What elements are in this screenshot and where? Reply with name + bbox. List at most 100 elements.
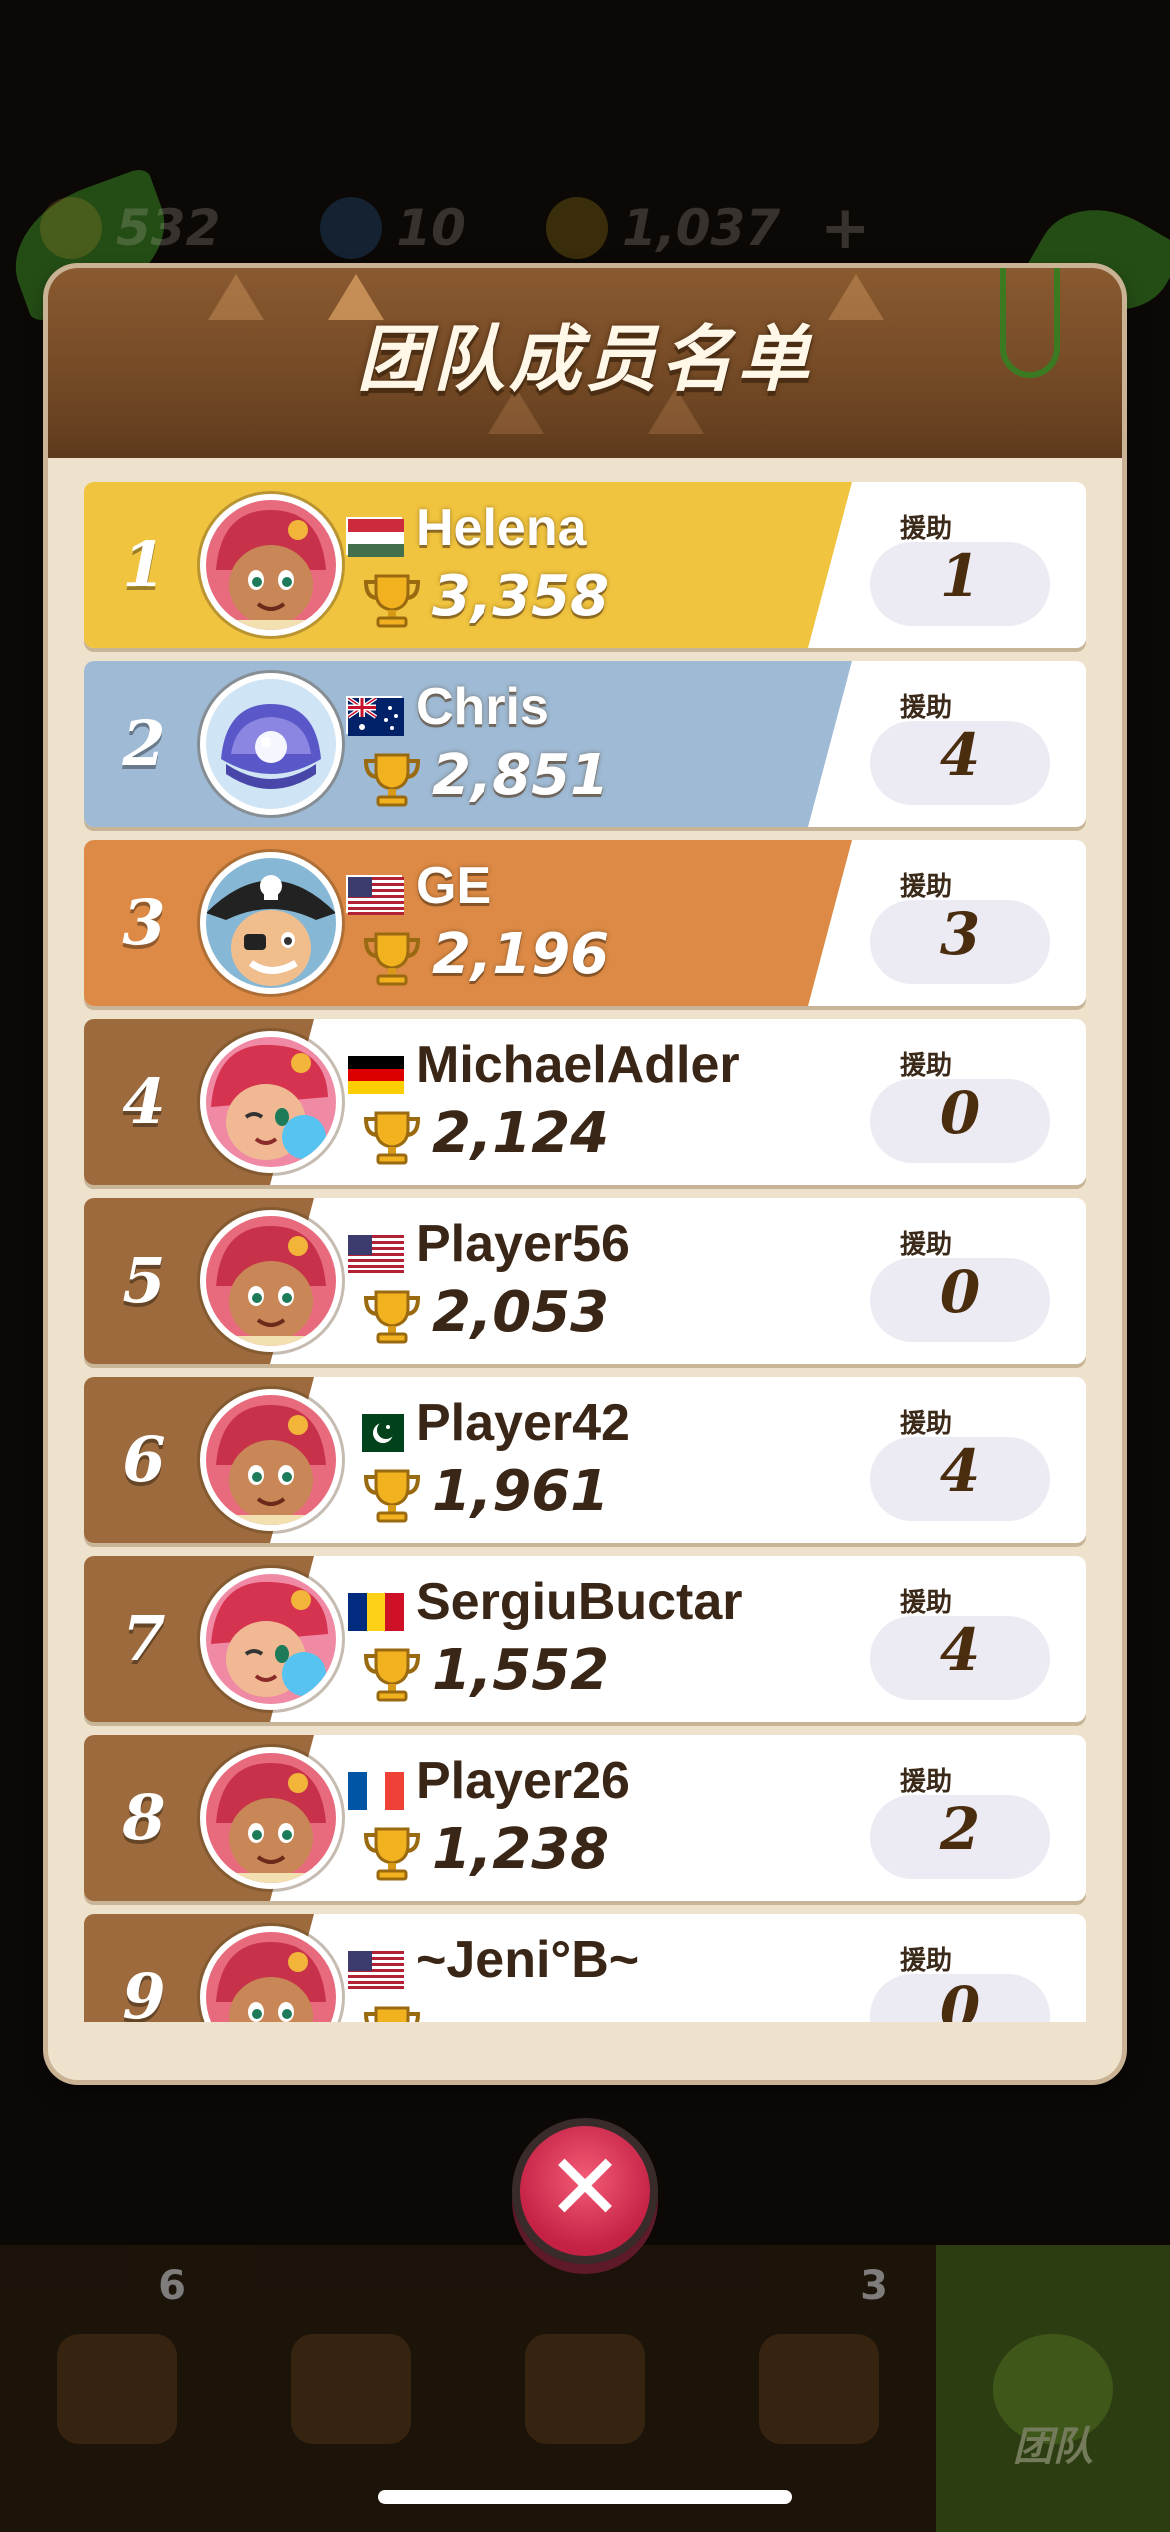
member-avatar[interactable] [200,1389,342,1531]
member-name: Chris [416,678,549,736]
shop-icon [57,2333,177,2444]
nav-events: 3 [702,2245,936,2532]
hud-coins-value: 1,037 [621,199,781,257]
add-coins-button: + [820,193,871,263]
help-label: 援助 [899,1230,952,1260]
help-count: 4 [870,1616,1050,1700]
trophy-icon [362,1107,422,1167]
member-avatar[interactable] [200,1747,342,1889]
help-label: 援助 [899,1409,952,1439]
help-label: 援助 [899,514,952,544]
member-name: MichaelAdler [416,1036,740,1094]
member-row[interactable]: 9 ~Jeni°B~ 援助 0 [84,1914,1086,2022]
member-trophies: 2,124 [432,1101,610,1166]
country-flag-icon [346,1233,404,1273]
help-count: 1 [870,542,1050,626]
bottom-navigation: 6 3 团队 [0,2245,1170,2532]
home-icon [525,2333,645,2444]
member-row[interactable]: 1 Helena 3,358 援助 1 [84,482,1086,648]
member-trophies: 2,196 [432,922,610,987]
member-list[interactable]: 1 Helena 3,358 援助 1 2 Chris 2,851 援助 4 3 GE 2,196 援助 3… [84,482,1088,2022]
member-rank: 1 [122,528,166,601]
trophy-icon [362,1286,422,1346]
member-row[interactable]: 7 SergiuBuctar 1,552 援助 4 [84,1556,1086,1722]
member-name: GE [416,857,492,915]
member-rank: 4 [122,1065,166,1138]
member-avatar[interactable] [200,852,342,994]
member-avatar[interactable] [200,1210,342,1352]
member-rank: 3 [122,886,166,959]
trophy-icon [362,928,422,988]
member-rank: 8 [122,1781,166,1854]
member-trophies: 2,851 [432,743,610,808]
member-name: Player42 [416,1394,630,1452]
trophy-icon [362,749,422,809]
member-avatar[interactable] [200,1031,342,1173]
shop-badge: 6 [158,2263,186,2309]
help-label: 援助 [899,1588,952,1618]
team-members-panel: 团队成员名单 1 Helena 3,358 援助 1 2 Chris 2,851 援助 4 3 GE 2… [48,268,1122,2080]
help-label: 援助 [899,693,952,723]
help-label: 援助 [899,1946,952,1976]
help-count: 0 [870,1079,1050,1163]
member-name: Helena [416,499,587,557]
help-count: 3 [870,900,1050,984]
member-rank: 6 [122,1423,166,1496]
country-flag-icon [346,875,404,915]
member-row[interactable]: 5 Player56 2,053 援助 0 [84,1198,1086,1364]
country-flag-icon [346,1770,404,1810]
country-flag-icon [346,517,404,557]
nav-team: 团队 [936,2245,1170,2532]
trophy-icon [362,1465,422,1525]
nav-avatar [234,2245,468,2532]
close-icon: ✕ [546,2134,624,2241]
member-trophies: 2,053 [432,1280,610,1345]
help-count: 0 [870,1974,1050,2022]
help-count: 4 [870,1437,1050,1521]
panel-title: 团队成员名单 [356,317,813,401]
member-trophies: 3,358 [432,564,610,629]
member-avatar[interactable] [200,1568,342,1710]
nav-shop: 6 [0,2245,234,2532]
trophy-icon [362,1644,422,1704]
member-name: Player26 [416,1752,630,1810]
country-flag-icon [346,1949,404,1989]
hud-energy: 10 [320,197,466,259]
trophy-icon [362,1823,422,1883]
member-avatar[interactable] [200,673,342,815]
member-row[interactable]: 2 Chris 2,851 援助 4 [84,661,1086,827]
trophy-icon [362,570,422,630]
trophy-icon [362,2002,422,2022]
member-name: ~Jeni°B~ [416,1931,640,1989]
help-count: 0 [870,1258,1050,1342]
member-row[interactable]: 3 GE 2,196 援助 3 [84,840,1086,1006]
help-label: 援助 [899,1767,952,1797]
help-count: 2 [870,1795,1050,1879]
hud-trophies: 532 [40,197,220,259]
member-name: SergiuBuctar [416,1573,743,1631]
member-row[interactable]: 8 Player26 1,238 援助 2 [84,1735,1086,1901]
member-trophies: 1,961 [432,1459,610,1524]
events-badge: 3 [860,2263,888,2309]
country-flag-icon [346,1591,404,1631]
nav-team-label: 团队 [1013,2424,1093,2470]
member-name: Player56 [416,1215,630,1273]
help-label: 援助 [899,872,952,902]
trophy-icon [40,197,102,259]
member-trophies: 1,238 [432,1817,610,1882]
close-button[interactable]: ✕ [512,2118,658,2264]
member-row[interactable]: 6 Player42 1,961 援助 4 [84,1377,1086,1543]
character-icon [291,2333,411,2444]
lightning-icon [320,197,383,259]
megaphone-icon [759,2333,879,2444]
home-indicator[interactable] [378,2490,792,2504]
member-rank: 7 [122,1602,166,1675]
member-row[interactable]: 4 MichaelAdler 2,124 援助 0 [84,1019,1086,1185]
country-flag-icon [346,1054,404,1094]
hud-coins: 1,037 [545,197,781,259]
member-avatar[interactable] [200,494,342,636]
country-flag-icon [346,696,404,736]
coin-icon [545,197,608,259]
member-rank: 2 [122,707,166,780]
help-count: 4 [870,721,1050,805]
